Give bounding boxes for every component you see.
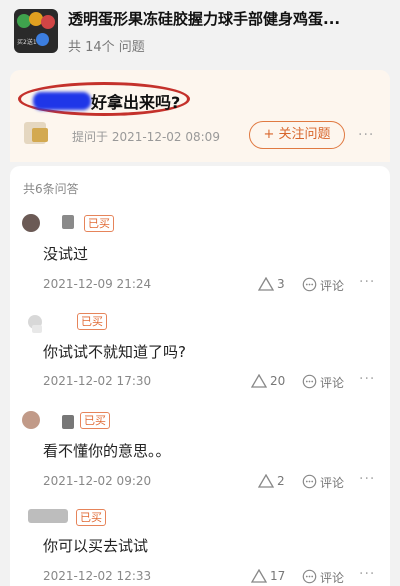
answer-text: 你可以买去试试 bbox=[43, 537, 149, 555]
triangle-like-icon bbox=[258, 474, 274, 488]
comment-icon bbox=[302, 277, 317, 292]
blue-ball-shape bbox=[36, 33, 49, 46]
redacted-text bbox=[33, 92, 91, 110]
like-count: 2 bbox=[277, 474, 285, 488]
product-title[interactable]: 透明蛋形果冻硅胶握力球手部健身鸡蛋... bbox=[68, 8, 390, 29]
question-count: 共 14个 问题 bbox=[68, 40, 145, 55]
answer-date: 2021-12-02 12:33 bbox=[43, 569, 152, 583]
more-options-icon[interactable]: ··· bbox=[358, 127, 374, 143]
answer-date: 2021-12-02 09:20 bbox=[43, 474, 152, 488]
comment-label: 评论 bbox=[320, 279, 345, 293]
comment-icon bbox=[302, 374, 317, 389]
user-avatar bbox=[28, 509, 68, 523]
thumbnail-promo-text: 买2送1 bbox=[17, 39, 37, 46]
more-options-icon[interactable]: ··· bbox=[359, 371, 375, 387]
comment-label: 评论 bbox=[320, 476, 345, 490]
asker-avatar-overlay bbox=[32, 128, 48, 142]
answer-item: 已买 你可以买去试试 2021-12-02 12:33 17 评论 ··· bbox=[10, 506, 390, 586]
comment-label: 评论 bbox=[320, 376, 345, 390]
red-ball-shape bbox=[41, 15, 55, 29]
comment-label: 评论 bbox=[320, 571, 345, 585]
comment-icon bbox=[302, 474, 317, 489]
user-name-redacted bbox=[62, 215, 74, 229]
more-options-icon[interactable]: ··· bbox=[359, 566, 375, 582]
user-name-redacted bbox=[32, 325, 42, 333]
bought-badge: 已买 bbox=[76, 509, 106, 526]
like-count: 17 bbox=[270, 569, 286, 583]
triangle-like-icon bbox=[251, 569, 267, 583]
triangle-like-icon bbox=[251, 374, 267, 388]
more-options-icon[interactable]: ··· bbox=[359, 471, 375, 487]
answers-card: 共6条问答 已买 没试过 2021-12-09 21:24 3 评论 ··· 已… bbox=[10, 166, 390, 586]
question-title-highlight: 好拿出来吗? bbox=[18, 82, 190, 116]
bought-badge: 已买 bbox=[84, 215, 114, 232]
follow-question-button[interactable]: + 关注问题 bbox=[249, 121, 345, 149]
bought-badge: 已买 bbox=[80, 412, 110, 429]
answer-text: 看不懂你的意思。。 bbox=[43, 442, 171, 460]
user-name-redacted bbox=[62, 415, 74, 429]
more-options-icon[interactable]: ··· bbox=[359, 274, 375, 290]
answer-text: 你试试不就知道了吗? bbox=[43, 343, 186, 361]
user-avatar bbox=[22, 214, 40, 232]
answer-date: 2021-12-02 17:30 bbox=[43, 374, 152, 388]
product-thumbnail[interactable]: 买2送1 bbox=[14, 9, 58, 53]
answer-item: 已买 你试试不就知道了吗? 2021-12-02 17:30 20 评论 ··· bbox=[10, 312, 390, 404]
asked-time: 提问于 2021-12-02 08:09 bbox=[72, 130, 220, 144]
answer-item: 已买 看不懂你的意思。。 2021-12-02 09:20 2 评论 ··· bbox=[10, 409, 390, 501]
user-avatar bbox=[22, 411, 40, 429]
like-count: 20 bbox=[270, 374, 286, 388]
product-header[interactable]: 买2送1 透明蛋形果冻硅胶握力球手部健身鸡蛋... 共 14个 问题 bbox=[0, 0, 400, 66]
comment-icon bbox=[302, 569, 317, 584]
bought-badge: 已买 bbox=[77, 313, 107, 330]
answers-count: 共6条问答 bbox=[23, 182, 79, 196]
answer-text: 没试过 bbox=[43, 245, 89, 263]
like-count: 3 bbox=[277, 277, 285, 291]
triangle-like-icon bbox=[258, 277, 274, 291]
answer-item: 已买 没试过 2021-12-09 21:24 3 评论 ··· bbox=[10, 210, 390, 302]
question-card: 好拿出来吗? 提问于 2021-12-02 08:09 + 关注问题 ··· bbox=[10, 70, 390, 162]
question-title: 好拿出来吗? bbox=[91, 93, 181, 112]
answer-date: 2021-12-09 21:24 bbox=[43, 277, 152, 291]
